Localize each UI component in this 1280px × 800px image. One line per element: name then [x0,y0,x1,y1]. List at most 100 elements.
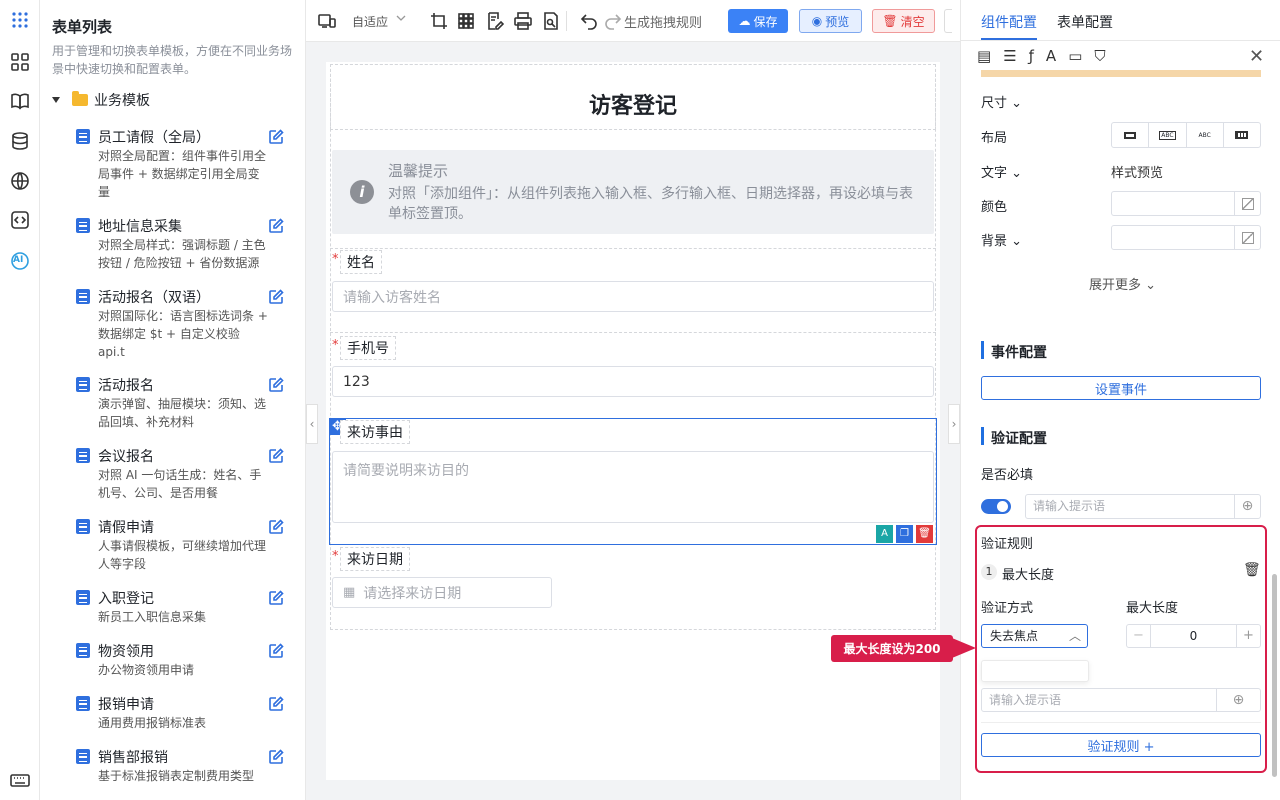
size-label[interactable]: 尺寸 ⌄ [981,92,1022,111]
tip-alert[interactable]: i 温馨提示 对照「添加组件」：从组件列表拖入输入框、多行输入框、日期选择器，再… [332,150,934,234]
layout-inline-option[interactable]: ABC [1149,123,1187,147]
rule-prompt-input[interactable]: 请输入提示语 ⊕ [981,688,1261,712]
delete-icon[interactable]: 🗑 [916,525,933,543]
scrollbar[interactable] [1272,574,1277,777]
shield-icon[interactable]: ⛉ [1094,47,1105,65]
text-label[interactable]: 文字 ⌄ [981,162,1022,181]
template-item[interactable]: 销售部报销 基于标准报销表定制费用类型 [76,747,298,783]
template-item[interactable]: 报销申请 通用费用报销标准表 [76,694,298,730]
code-icon[interactable] [8,208,32,232]
template-item[interactable]: 活动报名（双语） 对照国际化：语言图标选词条 + 数据绑定 $t + 自定义校验… [76,287,298,359]
close-icon[interactable]: ✕ [1249,46,1264,67]
panel-description: 用于管理和切换表单模板，方便在不同业务场景中快速切换和配置表单。 [52,44,293,76]
copy-icon[interactable]: ❐ [896,525,913,543]
color-picker-icon[interactable] [1234,226,1260,249]
trigger-dropdown-menu[interactable] [981,660,1089,682]
save-button[interactable]: ☁ 保存 [728,9,788,33]
overflow-button[interactable] [944,9,952,33]
layout-text-option[interactable]: ABC [1187,123,1224,147]
translate-icon[interactable]: A [876,525,893,543]
function-icon[interactable]: ƒ [1029,47,1034,65]
collapse-right-handle[interactable]: › [948,404,960,444]
script-icon[interactable]: ▭ [1068,47,1082,65]
redo-icon[interactable] [604,12,622,30]
input-value: 123 [343,373,370,390]
layout-segmented[interactable]: ABC ABC [1111,122,1261,148]
phone-input[interactable]: 123 [332,366,934,397]
caret-down-icon[interactable] [52,97,60,103]
components-icon[interactable] [8,50,32,74]
template-item[interactable]: 活动报名 演示弹窗、抽屉模块：须知、选品回填、补充材料 [76,375,298,429]
apps-grid-icon[interactable] [8,8,32,32]
layout-block-icon[interactable] [1112,123,1150,147]
bg-label[interactable]: 背景 ⌄ [981,230,1022,249]
template-item[interactable]: 员工请假（全局） 对照全局配置：组件事件引用全局事件 + 数据绑定引用全局变量 [76,127,298,199]
text-style-icon[interactable]: A [1046,47,1056,65]
edit-icon[interactable] [268,590,284,606]
visitor-name-input[interactable]: 请输入访客姓名 [332,281,934,312]
template-item[interactable]: 地址信息采集 对照全局样式：强调标题 / 主色按钮 / 危险按钮 + 省份数据源 [76,216,298,270]
chevron-right-icon: › [951,417,957,431]
add-rule-button[interactable]: 验证规则 + [981,733,1261,757]
database-icon[interactable] [8,129,32,153]
trash-icon: 🗑 [882,14,898,28]
template-item[interactable]: 会议报名 对照 AI 一句话生成：姓名、手机号、公司、是否用餐 [76,446,298,500]
template-item[interactable]: 物资领用 办公物资领用申请 [76,641,298,677]
template-item[interactable]: 请假申请 人事请假模板，可继续增加代理人等字段 [76,517,298,571]
visit-reason-textarea[interactable]: 请简要说明来访目的 [332,451,934,523]
maxlen-value[interactable]: 0 [1151,625,1236,647]
template-item[interactable]: 入职登记 新员工入职信息采集 [76,588,298,624]
expand-more-button[interactable]: 展开更多 ⌄ [1089,274,1156,293]
set-event-button[interactable]: 设置事件 [981,376,1261,400]
required-prompt-input[interactable]: 请输入提示语 ⊕ [1025,494,1261,519]
preview-code-icon[interactable] [542,12,560,30]
layout-fill-icon[interactable] [1224,123,1260,147]
edit-icon[interactable] [268,377,284,393]
book-icon[interactable] [8,89,32,113]
globe-icon[interactable]: ⊕ [1216,689,1260,711]
generate-rule-button[interactable]: 生成拖拽规则 [624,12,702,31]
keyboard-icon[interactable] [8,768,32,792]
trigger-select[interactable]: 失去焦点 ︿ [981,624,1088,648]
crop-icon[interactable] [430,12,448,30]
panel-title: 表单列表 [52,18,113,36]
tab-form-config[interactable]: 表单配置 [1057,12,1113,32]
decrement-button[interactable]: − [1127,625,1151,647]
folder-business-templates[interactable]: 业务模板 [52,90,150,110]
globe-icon[interactable] [8,169,32,193]
sliders-icon[interactable]: ☰ [1003,47,1016,65]
device-icon[interactable] [318,12,336,30]
edit-icon[interactable] [268,218,284,234]
edit-icon[interactable] [268,643,284,659]
visit-date-picker[interactable]: ▦ 请选择来访日期 [332,577,552,608]
tab-component-config[interactable]: 组件配置 [981,12,1037,32]
field-label: 手机号 [340,336,396,360]
chevron-down-icon[interactable] [396,12,406,22]
clear-button[interactable]: 🗑 清空 [872,9,935,33]
edit-icon[interactable] [268,749,284,765]
props-icon[interactable]: ▤ [977,47,991,65]
collapse-left-handle[interactable]: ‹ [306,404,318,444]
required-toggle[interactable] [981,499,1011,514]
maxlen-stepper[interactable]: − 0 + [1126,624,1261,648]
undo-icon[interactable] [580,12,598,30]
edit-icon[interactable] [268,519,284,535]
grid-icon[interactable] [457,12,475,30]
edit-icon[interactable] [268,129,284,145]
preview-button[interactable]: ◉ 预览 [799,9,862,33]
edit-icon[interactable] [268,289,284,305]
background-input[interactable] [1111,225,1261,250]
globe-icon[interactable]: ⊕ [1234,495,1260,518]
delete-rule-icon[interactable]: 🗑 [1243,562,1261,578]
device-select[interactable]: 自适应 [352,13,388,30]
edit-doc-icon[interactable] [486,12,505,30]
eye-icon: ◉ [811,14,823,28]
edit-icon[interactable] [268,696,284,712]
increment-button[interactable]: + [1236,625,1260,647]
ai-icon[interactable]: AI [8,249,32,273]
edit-icon[interactable] [268,448,284,464]
color-input[interactable] [1111,191,1261,216]
color-picker-icon[interactable] [1234,192,1260,215]
field-divider [330,332,936,333]
print-icon[interactable] [514,12,532,30]
